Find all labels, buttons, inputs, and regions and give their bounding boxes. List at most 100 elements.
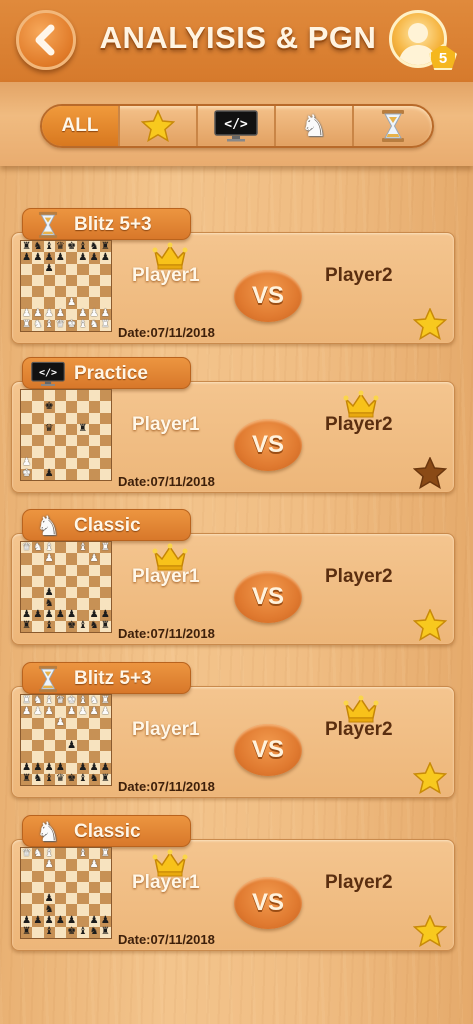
board-square <box>66 390 78 402</box>
board-square: ♟ <box>43 587 55 599</box>
chess-piece: ♚ <box>67 620 77 632</box>
board-square <box>66 252 78 264</box>
favorite-star-icon[interactable] <box>412 307 448 341</box>
board-square: ♞ <box>32 542 44 554</box>
board-square: ♟ <box>54 252 66 264</box>
board-square <box>66 542 78 554</box>
board-square: ♚ <box>66 695 78 707</box>
board-square <box>66 564 78 576</box>
board-square <box>32 728 44 740</box>
game-card[interactable]: ♞ Classic ♛ ♞ ♝ ♝ ♜ ♟ ♟ ♟ ♞ ♟ ♟ ♟ ♟ ♟ ♟ ♟ ♜ ♝ ♚ ♝ ♞ ♜ Player1 VS P… <box>0 509 473 654</box>
board-square <box>54 274 66 286</box>
board-square: ♛ <box>21 542 33 554</box>
filter-bar: ALL </> ♞ <box>0 82 473 166</box>
board-square <box>66 435 78 447</box>
board-square <box>54 728 66 740</box>
board-square: ♛ <box>54 319 66 331</box>
game-mode-label: Blitz 5+3 <box>74 214 152 235</box>
back-button[interactable] <box>16 10 76 70</box>
board-square <box>77 904 89 916</box>
game-card[interactable]: </> Practice ♚ ♛ ♜ ♟ ♚ ♟ Player1 VS Player2 Date:07… <box>0 357 473 502</box>
chess-piece: ♟ <box>100 308 110 320</box>
board-square: ♟ <box>88 609 100 621</box>
board-square: ♟ <box>43 762 55 774</box>
board-square <box>88 446 100 458</box>
favorite-star-icon[interactable] <box>412 914 448 948</box>
game-card[interactable]: Blitz 5+3 ♜ ♞ ♝ ♛ ♚ ♝ ♞ ♜ ♟ ♟ ♟ ♟ ♟ ♟ ♟ ♟ ♟ ♟ ♟ ♟ ♟ ♟ ♟ ♟ ♜ ♞ ♝ ♛ ♚ ♝ ♞… <box>0 662 473 807</box>
favorite-star-icon[interactable] <box>412 761 448 795</box>
board-square <box>54 848 66 860</box>
chess-piece: ♝ <box>78 773 88 785</box>
board-square: ♛ <box>54 241 66 253</box>
board-square <box>99 446 111 458</box>
board-square <box>77 598 89 610</box>
board-square <box>66 446 78 458</box>
favorite-star-icon[interactable] <box>412 608 448 642</box>
board-square <box>66 893 78 905</box>
chess-piece: ♟ <box>44 915 54 927</box>
chess-piece: ♜ <box>100 319 110 331</box>
board-square <box>66 412 78 424</box>
filter-tab-classic[interactable]: ♞ <box>276 106 354 146</box>
board-square <box>54 263 66 275</box>
board-square <box>88 848 100 860</box>
chess-piece: ♟ <box>89 915 99 927</box>
board-square: ♟ <box>21 762 33 774</box>
game-card[interactable]: ♞ Classic ♛ ♞ ♝ ♝ ♜ ♟ ♟ ♟ ♞ ♟ ♟ ♟ ♟ ♟ ♟ ♟ ♜ ♝ ♚ ♝ ♞ ♜ Player1 VS P… <box>0 815 473 960</box>
filter-tab-all[interactable]: ALL <box>42 106 120 146</box>
board-square <box>99 423 111 435</box>
board-square: ♟ <box>43 705 55 718</box>
board-square: ♟ <box>43 468 55 480</box>
board-square <box>43 457 55 469</box>
board-square: ♜ <box>99 542 111 554</box>
board-square: ♜ <box>21 695 33 707</box>
board-square <box>32 859 44 871</box>
chess-piece: ♝ <box>78 694 88 706</box>
chess-piece: ♟ <box>100 705 110 717</box>
chess-piece: ♝ <box>44 541 54 553</box>
board-square <box>32 740 44 752</box>
chess-piece: ♟ <box>44 705 54 717</box>
chess-piece: ♟ <box>33 251 43 263</box>
filter-tab-practice[interactable]: </> <box>198 106 276 146</box>
board-square <box>99 870 111 882</box>
board-square <box>54 542 66 554</box>
chess-piece: ♟ <box>89 762 99 774</box>
board-square: ♝ <box>43 620 55 632</box>
chess-piece: ♟ <box>78 251 88 263</box>
unfavorite-star-icon[interactable] <box>412 456 448 490</box>
board-square <box>21 740 33 752</box>
filter-tab-blitz[interactable] <box>354 106 432 146</box>
chess-piece: ♛ <box>44 423 54 435</box>
knight-icon: ♞ <box>35 511 61 541</box>
board-square <box>88 423 100 435</box>
board-square <box>77 870 89 882</box>
chess-piece: ♝ <box>78 541 88 553</box>
board-square <box>43 446 55 458</box>
board-square: ♞ <box>43 598 55 610</box>
chess-piece: ♚ <box>67 773 77 785</box>
board-square: ♜ <box>99 695 111 707</box>
board-square: ♝ <box>77 694 89 707</box>
board-square: ♟ <box>66 915 78 927</box>
board-square: ♜ <box>99 926 111 938</box>
board-square: ♟ <box>88 553 100 565</box>
board-thumbnail: ♜ ♞ ♝ ♛ ♚ ♝ ♞ ♜ ♟ ♟ ♟ ♟ ♟ ♟ ♟ ♟ ♟ ♟ ♟ ♟ ♟ ♟ ♟ ♟ ♜ ♞ ♝ ♛ ♚ ♝ ♞ ♜ <box>20 240 112 332</box>
board-square <box>88 297 100 309</box>
game-card[interactable]: Blitz 5+3 ♜ ♞ ♝ ♛ ♚ ♝ ♞ ♜ ♟ ♟ ♟ ♟ ♟ ♟ ♟ ♟ ♟ ♟ ♟ ♟ ♟ ♟ ♟ ♟ ♜ ♞ ♝ ♛ ♚ ♝ ♞… <box>0 208 473 353</box>
chess-piece: ♟ <box>89 858 99 870</box>
chess-piece: ♟ <box>44 858 54 870</box>
board-square <box>21 717 33 729</box>
filter-tab-favorites[interactable] <box>120 106 198 146</box>
chess-piece: ♜ <box>22 926 32 938</box>
board-square <box>43 740 55 752</box>
board-square <box>54 390 66 402</box>
board-square <box>32 598 44 610</box>
board-square: ♟ <box>77 706 89 718</box>
board-square <box>66 457 78 469</box>
board-square: ♝ <box>77 319 89 331</box>
board-square <box>32 468 44 480</box>
board-square <box>99 457 111 469</box>
chess-piece: ♞ <box>89 694 99 706</box>
chess-piece: ♞ <box>89 319 99 331</box>
